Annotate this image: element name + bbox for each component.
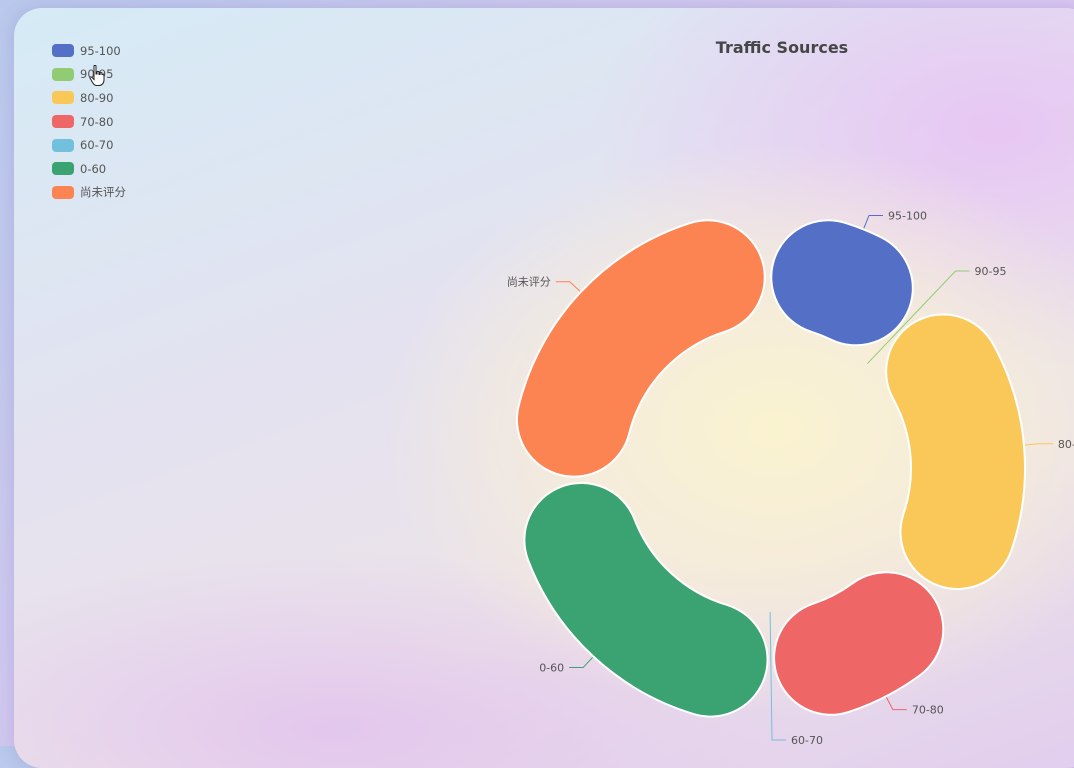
label-line — [1024, 443, 1053, 446]
pie-slice[interactable] — [772, 221, 912, 345]
label-line — [885, 696, 907, 711]
slice-label: 90-95 — [975, 265, 1007, 278]
slice-label: 70-80 — [912, 704, 944, 717]
slice-label: 60-70 — [791, 734, 823, 746]
label-line — [569, 656, 594, 669]
donut-chart: 95-100 90-95 80-90 70-80 60-70 0-60 尚未评分 — [507, 209, 1074, 746]
pie-slice[interactable] — [525, 483, 767, 716]
pie-slice[interactable] — [887, 315, 1024, 588]
slice-label: 80-90 — [1058, 438, 1074, 451]
hand-cursor-icon — [89, 65, 105, 86]
label-line — [555, 281, 581, 292]
label-line — [863, 214, 883, 229]
slice-label: 0-60 — [539, 662, 564, 675]
pie-slice[interactable] — [775, 573, 943, 714]
slice-label: 95-100 — [888, 209, 927, 222]
slice-label: 尚未评分 — [507, 275, 551, 289]
